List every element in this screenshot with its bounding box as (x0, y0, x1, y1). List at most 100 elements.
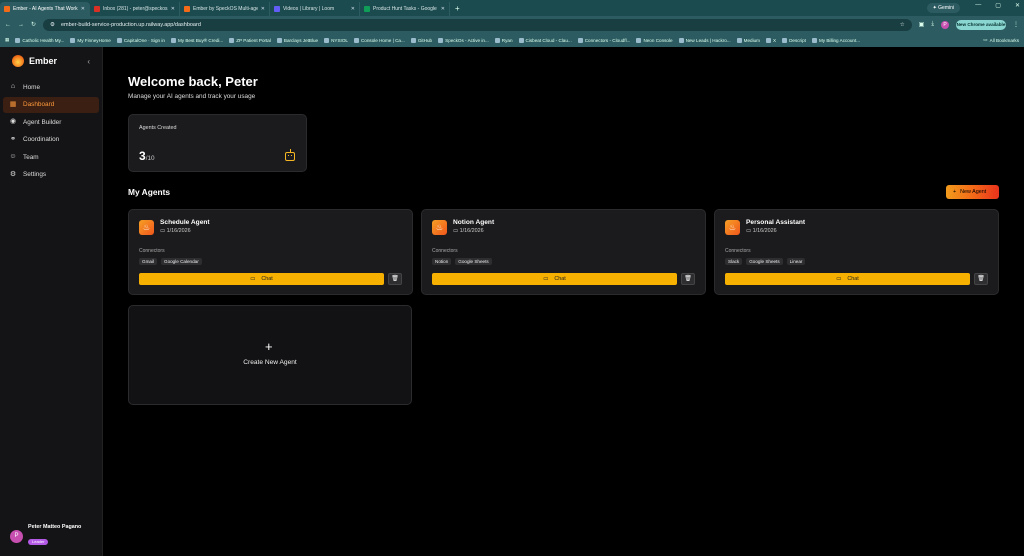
browser-tab[interactable]: Inbox (281) - peter@speckos.o ✕ (90, 2, 180, 16)
bookmark-label: Medium (743, 37, 761, 43)
agent-date-text: 1/16/2026 (459, 228, 484, 234)
bookmark-label: My FinneyHome (77, 37, 111, 43)
delete-agent-button[interactable]: 🗑 (388, 273, 402, 285)
chrome-update-button[interactable]: New Chrome available (956, 19, 1006, 30)
sidebar-item-label: Dashboard (23, 101, 55, 109)
browser-tab[interactable]: Videos | Library | Loom ✕ (270, 2, 360, 16)
sidebar-item-coordination[interactable]: ⚭ Coordination (3, 132, 99, 148)
address-bar[interactable]: ⚙ ember-build-service-production.up.rail… (43, 18, 912, 31)
bookmark-item[interactable]: Catholic Health My... (15, 37, 64, 43)
bookmark-item[interactable]: Ryan (494, 37, 513, 43)
gemini-label: Gemini (938, 5, 954, 11)
close-tab-icon[interactable]: ✕ (261, 6, 265, 12)
minimize-icon[interactable]: — (975, 2, 981, 9)
sidebar-item-dashboard[interactable]: ▦ Dashboard (3, 96, 99, 113)
bookmark-item[interactable]: My Best Buy® Credi... (170, 37, 223, 43)
sidebar-item-agent-builder[interactable]: ◉ Agent Builder (3, 114, 99, 130)
maximize-icon[interactable]: ▢ (995, 2, 1001, 9)
bookmark-favicon-icon (170, 37, 176, 43)
bookmark-item[interactable]: Medium (736, 37, 761, 43)
browser-tab[interactable]: Product Hunt Tasks - Google S ✕ (360, 2, 450, 16)
browser-tab[interactable]: Ember - AI Agents That Work F ✕ (0, 2, 90, 16)
delete-agent-button[interactable]: 🗑 (681, 273, 695, 285)
new-tab-button[interactable]: + (450, 2, 465, 16)
sidebar-item-team[interactable]: ☺ Team (3, 149, 99, 165)
bookmark-item[interactable]: Connectors - Cloudfl... (577, 37, 630, 43)
agent-name: Personal Assistant (746, 219, 806, 226)
bookmark-item[interactable]: Descript (782, 37, 806, 43)
create-new-agent-card[interactable]: + Create New Agent (128, 305, 412, 405)
tab-title: Videos | Library | Loom (283, 6, 335, 12)
agents-created-card: Agents Created 3/10 (128, 114, 307, 172)
bookmark-label: ZP Patient Portal (236, 37, 271, 43)
bookmark-item[interactable]: Console Home | Ca... (353, 37, 405, 43)
close-tab-icon[interactable]: ✕ (351, 6, 355, 12)
download-icon[interactable]: ⤓ (931, 21, 934, 28)
sidebar-item-settings[interactable]: ⚙ Settings (3, 167, 99, 183)
bookmark-item[interactable]: NYSIOL (324, 37, 348, 43)
bookmark-item[interactable]: CapitalOne · Sign in (116, 37, 165, 43)
connectors-label: Connectors (139, 248, 165, 254)
tab-title: Ember - AI Agents That Work F (13, 6, 78, 12)
sidebar-item-home[interactable]: ⌂ Home (3, 79, 99, 95)
bookmarks-bar: ▦ Catholic Health My... My FinneyHome Capi… (0, 33, 1024, 47)
close-tab-icon[interactable]: ✕ (441, 6, 445, 12)
chat-button[interactable]: ▭ Chat (432, 273, 677, 285)
new-agent-button[interactable]: + New Agent (946, 185, 999, 199)
tab-favicon-icon (184, 6, 190, 12)
site-info-icon[interactable]: ⚙ (50, 22, 55, 28)
bookmark-favicon-icon (577, 37, 583, 43)
browser-toolbar: ← → ↻ ⚙ ember-build-service-production.u… (0, 16, 1024, 33)
agent-icon: ♨ (432, 220, 447, 235)
bookmark-item[interactable]: New Leads | Hackro... (678, 37, 731, 43)
sidebar-item-label: Home (23, 83, 41, 91)
bookmark-item[interactable]: My Billing Account... (811, 37, 861, 43)
profile-avatar[interactable]: P (941, 20, 949, 29)
chat-button[interactable]: ▭ Chat (139, 273, 384, 285)
back-icon[interactable]: ← (5, 22, 11, 28)
new-agent-label: New Agent (960, 189, 987, 195)
chat-label: Chat (261, 276, 273, 282)
bookmark-item[interactable]: SpeckOs - Active in... (438, 37, 489, 43)
chat-label: Chat (554, 276, 566, 282)
plan-badge: Leader (28, 539, 49, 545)
bookmark-favicon-icon (410, 37, 416, 43)
bookmark-favicon-icon (636, 37, 642, 43)
bookmark-favicon-icon (811, 37, 817, 43)
connectors-label: Connectors (432, 248, 458, 254)
chat-button[interactable]: ▭ Chat (725, 273, 970, 285)
close-window-icon[interactable]: ✕ (1015, 2, 1020, 9)
bookmark-star-icon[interactable]: ☆ (900, 22, 905, 28)
create-label: Create New Agent (243, 359, 297, 366)
reload-icon[interactable]: ↻ (31, 21, 36, 28)
agent-icon: ♨ (725, 220, 740, 235)
bookmark-item[interactable]: X (766, 37, 776, 43)
bookmark-label: Ryan (501, 37, 513, 43)
all-bookmarks[interactable]: ▭ All Bookmarks (983, 37, 1019, 43)
bookmark-item[interactable]: Cisbeat Cloud - Clau... (518, 37, 572, 43)
chevron-left-icon[interactable]: ‹ (87, 57, 90, 66)
chrome-menu-icon[interactable]: ⋮ (1013, 21, 1019, 28)
bookmark-item[interactable]: My FinneyHome (70, 37, 111, 43)
close-tab-icon[interactable]: ✕ (81, 6, 85, 12)
agent-date-text: 1/16/2026 (166, 228, 191, 234)
bookmark-item[interactable]: ZP Patient Portal (229, 37, 271, 43)
bookmark-item[interactable]: GitHub (410, 37, 432, 43)
agent-date: ▭ 1/16/2026 (160, 228, 191, 234)
browser-tab[interactable]: Ember by SpeckOS Multi-agent ✕ (180, 2, 270, 16)
users-icon: ☺ (9, 153, 17, 161)
bookmark-item[interactable]: Barclays JetBlue (276, 37, 318, 43)
bookmark-item[interactable]: Neon Console (636, 37, 673, 43)
gemini-button[interactable]: ✦ Gemini (926, 3, 960, 13)
close-tab-icon[interactable]: ✕ (171, 6, 175, 12)
main-content: Welcome back, Peter Manage your AI agent… (103, 47, 1024, 556)
apps-icon[interactable]: ▦ (5, 37, 9, 43)
stat-value: 3/10 (139, 149, 155, 163)
bookmark-label: My Billing Account... (818, 37, 861, 43)
delete-agent-button[interactable]: 🗑 (974, 273, 988, 285)
extensions-icon[interactable]: ▣ (919, 21, 925, 28)
user-profile[interactable]: P Peter Matteo Pagano Leader (10, 524, 81, 548)
agent-date: ▭ 1/16/2026 (453, 228, 484, 234)
brand-name: Ember (29, 56, 58, 66)
forward-icon[interactable]: → (18, 22, 24, 28)
